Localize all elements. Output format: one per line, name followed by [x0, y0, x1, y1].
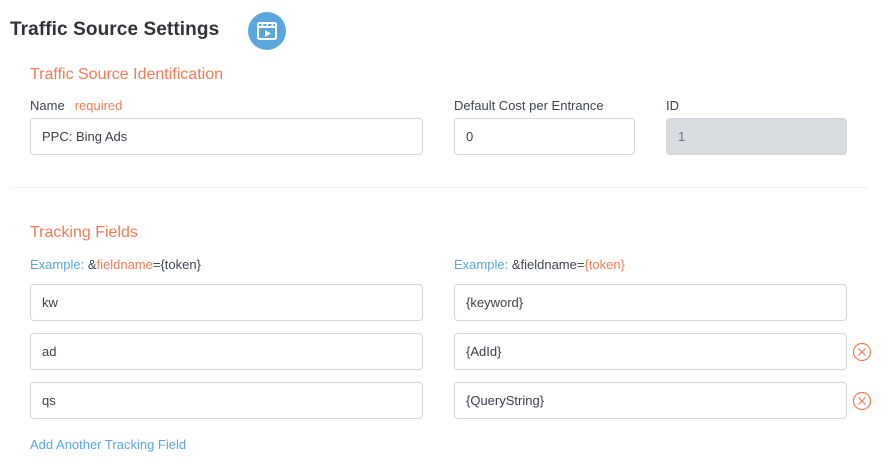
identification-section-title: Traffic Source Identification [30, 66, 223, 83]
tracking-token-input[interactable] [454, 333, 847, 370]
tracking-name-input[interactable] [30, 382, 423, 419]
cost-input[interactable] [454, 118, 635, 155]
example-prefix: Example: [454, 257, 509, 272]
section-divider [10, 187, 868, 188]
example-token: {token} [160, 257, 201, 272]
name-label: Name required [30, 98, 122, 113]
example-amp: & [84, 257, 97, 272]
name-input[interactable] [30, 118, 423, 155]
add-tracking-field-link[interactable]: Add Another Tracking Field [30, 437, 186, 452]
example-token: {token} [584, 257, 625, 272]
video-tutorial-button[interactable] [248, 12, 286, 50]
example-hint-names: Example: &fieldname={token} [30, 257, 201, 272]
name-label-text: Name [30, 98, 65, 113]
tracking-name-input[interactable] [30, 333, 423, 370]
page-title: Traffic Source Settings [10, 19, 220, 40]
remove-circle-icon[interactable] [852, 342, 872, 362]
example-hint-tokens: Example: &fieldname={token} [454, 257, 625, 272]
id-field [666, 118, 847, 155]
example-fieldname: fieldname [96, 257, 153, 272]
example-prefix: Example: [30, 257, 85, 272]
required-indicator: required [74, 98, 123, 113]
tracking-token-input[interactable] [454, 382, 847, 419]
tracking-token-input[interactable] [454, 284, 847, 321]
id-label: ID [666, 98, 679, 113]
tracking-name-input[interactable] [30, 284, 423, 321]
example-fieldname: fieldname [520, 257, 577, 272]
cost-label: Default Cost per Entrance [454, 98, 604, 113]
remove-circle-icon[interactable] [852, 391, 872, 411]
tracking-section-title: Tracking Fields [30, 224, 138, 241]
example-amp: & [508, 257, 521, 272]
video-play-icon [257, 22, 277, 40]
